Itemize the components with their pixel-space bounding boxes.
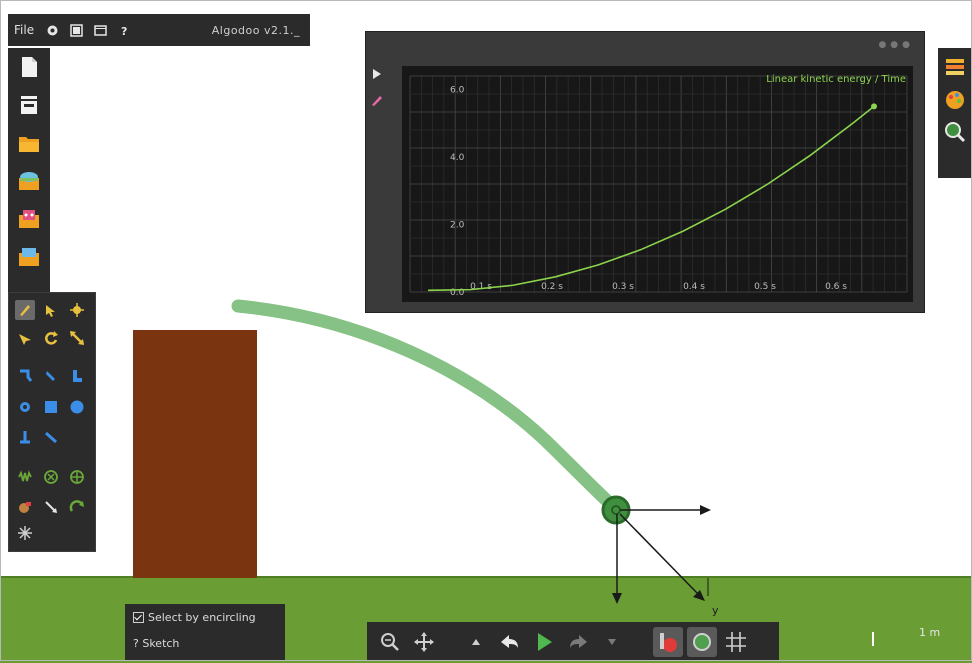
graph-side-tools <box>370 66 390 111</box>
brush-tool-icon[interactable] <box>41 366 61 386</box>
move-tool-icon[interactable] <box>41 300 61 320</box>
vector-label: y <box>712 604 719 617</box>
gravity-toggle-icon[interactable] <box>653 626 683 657</box>
save-scene-icon[interactable] <box>16 168 42 194</box>
graph-plot[interactable]: 0.1 s 0.2 s 0.3 s 0.4 s 0.5 s 0.6 s0.02.04.06… <box>402 66 913 302</box>
speed-up-icon[interactable] <box>597 627 627 657</box>
play-icon[interactable] <box>529 627 559 657</box>
particles-tool-icon[interactable] <box>15 523 35 543</box>
velocity-y-arrowhead <box>612 593 622 604</box>
redo-icon[interactable] <box>563 627 593 657</box>
tools-palette <box>8 292 96 552</box>
scale-tool-icon[interactable] <box>67 328 87 348</box>
browser-icon[interactable] <box>93 23 107 37</box>
drag-tool-icon[interactable] <box>67 300 87 320</box>
svg-text:?: ? <box>121 25 127 37</box>
fixate-joint-icon[interactable] <box>67 467 87 487</box>
graph-series-label: Linear kinetic energy / Time <box>766 74 906 85</box>
plane-tool-icon[interactable] <box>67 366 87 386</box>
rotate-tool-icon[interactable] <box>41 328 61 348</box>
y-tick-label: 4.0 <box>450 153 465 163</box>
algobox-icon[interactable] <box>16 244 42 270</box>
hinge-tool-icon[interactable] <box>41 467 61 487</box>
air-friction-toggle-icon[interactable] <box>687 626 717 657</box>
app-title: Algodoo v2.1._ <box>211 23 300 37</box>
velocity-resultant-arrow <box>619 513 699 595</box>
pen-graph-icon[interactable] <box>370 93 384 107</box>
gear-tool-icon[interactable] <box>15 397 35 417</box>
play-graph-icon[interactable] <box>370 67 384 81</box>
sketch-help-label: ? Sketch <box>133 636 180 650</box>
chain-tool-icon[interactable] <box>41 427 61 447</box>
graph-window[interactable]: ●●● 0.1 s 0.2 s 0.3 s 0.4 s 0.5 s 0.6 s 0.0 2.0… <box>365 31 925 313</box>
velocity-x-arrowhead <box>700 505 711 515</box>
open-folder-icon[interactable] <box>16 130 42 156</box>
top-menu-bar: File ? Algodoo v2.1._ <box>8 14 310 46</box>
motion-trail <box>231 299 624 517</box>
select-tool-icon[interactable] <box>15 328 35 348</box>
scene-library-icon[interactable] <box>16 206 42 232</box>
x-tick-label: 0.2 s <box>541 282 563 292</box>
thruster-tool-icon[interactable] <box>41 497 61 517</box>
pan-icon[interactable] <box>409 627 439 657</box>
window-controls[interactable]: ●●● <box>878 40 914 50</box>
x-tick-label: 0.5 s <box>754 282 776 292</box>
file-toolbar <box>8 48 50 294</box>
sketch-options-panel: Select by encircling ? Sketch <box>125 604 285 661</box>
x-tick-label: 0.4 s <box>683 282 705 292</box>
select-by-encircling-checkbox[interactable] <box>133 611 144 623</box>
graph-grid <box>409 75 908 293</box>
tracer-tool-icon[interactable] <box>67 497 87 517</box>
scale-bar <box>872 632 874 646</box>
select-by-encircling-option[interactable]: Select by encircling <box>125 604 285 630</box>
simulation-toolbar <box>367 622 779 661</box>
new-scene-icon[interactable] <box>16 54 42 80</box>
y-tick-label: 2.0 <box>450 221 465 231</box>
box-tool-icon[interactable] <box>41 397 61 417</box>
x-tick-label: 0.6 s <box>825 282 847 292</box>
palette-icon[interactable] <box>943 88 967 112</box>
gear-icon[interactable] <box>45 23 59 37</box>
sketch-help-option[interactable]: ? Sketch <box>125 630 285 656</box>
y-tick-label: 6.0 <box>450 86 465 96</box>
curve-end-point <box>871 103 878 110</box>
grid-toggle-icon[interactable] <box>721 627 751 657</box>
window-icon[interactable] <box>69 23 83 37</box>
zoom-icon[interactable] <box>375 627 405 657</box>
circle-tool-icon[interactable] <box>67 397 87 417</box>
clear-scene-icon[interactable] <box>16 92 42 118</box>
laser-tool-icon[interactable] <box>15 497 35 517</box>
menu-file[interactable]: File <box>8 23 40 37</box>
scale-label: 1 m <box>919 626 941 639</box>
layers-icon[interactable] <box>943 56 967 80</box>
graph-ticks: 0.1 s 0.2 s 0.3 s 0.4 s 0.5 s 0.6 s0.02.04.06… <box>450 86 847 299</box>
right-toolbar <box>938 48 972 178</box>
kinetic-energy-curve <box>428 105 875 292</box>
help-icon[interactable]: ? <box>117 23 131 37</box>
zoom-scene-icon[interactable] <box>943 120 967 144</box>
speed-down-icon[interactable] <box>461 627 491 657</box>
select-by-encircling-label: Select by encircling <box>148 610 256 624</box>
x-tick-label: 0.3 s <box>612 282 634 292</box>
undo-icon[interactable] <box>495 627 525 657</box>
fixate-tool-icon[interactable] <box>15 427 35 447</box>
polygon-tool-icon[interactable] <box>15 366 35 386</box>
sketch-tool-icon[interactable] <box>15 300 35 320</box>
spring-tool-icon[interactable] <box>15 467 35 487</box>
